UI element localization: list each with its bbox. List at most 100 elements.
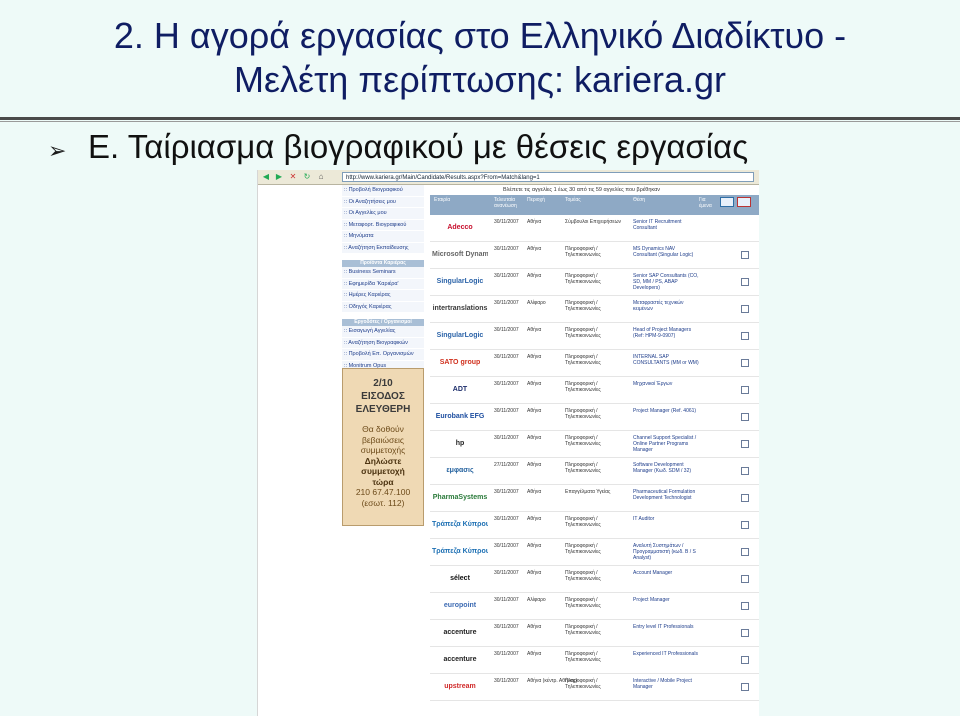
table-row[interactable]: εμφασις 27/11/2007 Αθήνα Πληροφορική / Τηλε… bbox=[430, 458, 759, 485]
row-position-link[interactable]: Experienced IT Professionals bbox=[633, 651, 699, 657]
header-sector[interactable]: Τομέας bbox=[565, 197, 581, 203]
table-row[interactable]: upstream 30/11/2007 Αθήνα (κέντρ. Αθήνας) Π… bbox=[430, 674, 759, 701]
refresh-icon[interactable]: ↻ bbox=[302, 172, 312, 182]
row-position-link[interactable]: Αναλυτή Συστημάτων / Προγραμματιστή (κωδ… bbox=[633, 543, 699, 561]
table-row[interactable]: PharmaSystems 30/11/2007 Αθήνα Επαγγέλματα … bbox=[430, 485, 759, 512]
table-row[interactable]: ADT 30/11/2007 Αθήνα Πληροφορική / Τηλεπικο… bbox=[430, 377, 759, 404]
menu-item[interactable]: :: Οι Αγγελίες μου bbox=[342, 208, 424, 220]
row-position-link[interactable]: Μεταφραστές τεχνικών κειμένων bbox=[633, 300, 699, 312]
select-checkbox[interactable] bbox=[741, 251, 749, 259]
table-row[interactable]: accenture 30/11/2007 Αθήνα Πληροφορική / Τη… bbox=[430, 620, 759, 647]
menu-item[interactable]: :: Προβολή Βιογραφικού bbox=[342, 185, 424, 197]
menu-item[interactable]: :: Ημέρες Καριέρας bbox=[342, 290, 424, 302]
select-checkbox[interactable] bbox=[741, 413, 749, 421]
row-position-link[interactable]: Pharmaceutical Formulation Development T… bbox=[633, 489, 699, 501]
row-position-link[interactable]: Interactive / Mobile Project Manager bbox=[633, 678, 699, 690]
company-logo[interactable]: Microsoft Dynamics bbox=[432, 247, 488, 263]
promo-banner[interactable]: 2/10 ΕΙΣΟΔΟΣ ΕΛΕΥΘΕΡΗ Θα δοθούν βεβαιώσε… bbox=[342, 368, 424, 526]
company-logo[interactable]: SingularLogic bbox=[432, 328, 488, 344]
row-position-link[interactable]: Software Development Manager (Κωδ. SDM /… bbox=[633, 462, 699, 474]
company-logo[interactable]: accenture bbox=[432, 625, 488, 641]
table-row[interactable]: hp 30/11/2007 Αθήνα Πληροφορική / Τηλεπικοι… bbox=[430, 431, 759, 458]
menu-item[interactable]: :: Μεταφορτ. Βιογραφικού bbox=[342, 219, 424, 231]
row-position-link[interactable]: Channel Support Specialist / Online Part… bbox=[633, 435, 699, 453]
header-company[interactable]: Εταιρία bbox=[434, 197, 450, 203]
row-position-link[interactable]: Senior SAP Consultants (CO, SD, MM / PS,… bbox=[633, 273, 699, 291]
address-bar[interactable]: http://www.kariera.gr/Main/Candidate/Res… bbox=[342, 172, 754, 182]
row-position-link[interactable]: INTERNAL SAP CONSULTANTS (MM or WM) bbox=[633, 354, 699, 366]
header-for-me[interactable]: Για έμενα bbox=[699, 197, 715, 209]
table-row[interactable]: Microsoft Dynamics 30/11/2007 Αθήνα Πληροφο… bbox=[430, 242, 759, 269]
select-checkbox[interactable] bbox=[741, 332, 749, 340]
row-position-link[interactable]: Head of Project Managers (Ref: HPM-9-090… bbox=[633, 327, 699, 339]
select-checkbox[interactable] bbox=[741, 656, 749, 664]
company-logo[interactable]: accenture bbox=[432, 652, 488, 668]
mail-icon[interactable] bbox=[720, 197, 734, 207]
back-icon[interactable]: ◀ bbox=[261, 172, 271, 182]
row-sector: Πληροφορική / Τηλεπικοινωνίες bbox=[565, 624, 601, 636]
header-position[interactable]: Θέση bbox=[633, 197, 645, 203]
select-checkbox[interactable] bbox=[741, 359, 749, 367]
menu-item[interactable]: :: Προβολή Επ. Οργανισμών bbox=[342, 349, 424, 361]
row-position-link[interactable]: Entry level IT Professionals bbox=[633, 624, 699, 630]
select-checkbox[interactable] bbox=[741, 575, 749, 583]
row-position-link[interactable]: Project Manager bbox=[633, 597, 699, 603]
select-checkbox[interactable] bbox=[741, 467, 749, 475]
menu-item[interactable]: :: Αναζήτηση Βιογραφικών bbox=[342, 337, 424, 349]
company-logo[interactable]: SingularLogic bbox=[432, 274, 488, 290]
select-checkbox[interactable] bbox=[741, 521, 749, 529]
table-row[interactable]: SingularLogic 30/11/2007 Αθήνα Πληροφορική … bbox=[430, 269, 759, 296]
home-icon[interactable]: ⌂ bbox=[316, 172, 326, 182]
company-logo[interactable]: europoint bbox=[432, 598, 488, 614]
company-logo[interactable]: upstream bbox=[432, 679, 488, 695]
company-logo[interactable]: ADT bbox=[432, 382, 488, 398]
table-row[interactable]: SATO group 30/11/2007 Αθήνα Πληροφορική / Τ… bbox=[430, 350, 759, 377]
row-position-link[interactable]: Account Manager bbox=[633, 570, 699, 576]
menu-item[interactable]: :: Εφημερίδα 'Καριέρα' bbox=[342, 278, 424, 290]
company-logo[interactable]: PharmaSystems bbox=[432, 490, 488, 506]
row-position-link[interactable]: IT Auditor bbox=[633, 516, 699, 522]
forward-icon[interactable]: ▶ bbox=[274, 172, 284, 182]
menu-item[interactable]: :: Μηνύματα bbox=[342, 231, 424, 243]
table-row[interactable]: SingularLogic 30/11/2007 Αθήνα Πληροφορική … bbox=[430, 323, 759, 350]
header-updated[interactable]: Τελευταία ανανέωση bbox=[494, 197, 524, 209]
table-row[interactable]: sélect 30/11/2007 Αθήνα Πληροφορική / Τηλεπ… bbox=[430, 566, 759, 593]
select-checkbox[interactable] bbox=[741, 602, 749, 610]
row-position-link[interactable]: Senior IT Recruitment Consultant bbox=[633, 219, 699, 231]
company-logo[interactable]: intertranslations bbox=[432, 301, 488, 317]
row-position-link[interactable]: Μηχανικοί Έργων bbox=[633, 381, 699, 387]
table-row[interactable]: europoint 30/11/2007 Αλίφαρο Πληροφορική / … bbox=[430, 593, 759, 620]
row-position-link[interactable]: MS Dynamics NAV Consultant (Singular Log… bbox=[633, 246, 699, 258]
menu-item[interactable]: :: Εισαγωγή Αγγελίας bbox=[342, 326, 424, 338]
table-row[interactable]: Τράπεζα Κύπρου 30/11/2007 Αθήνα Πληροφορική… bbox=[430, 539, 759, 566]
select-checkbox[interactable] bbox=[741, 683, 749, 691]
company-logo[interactable]: hp bbox=[432, 436, 488, 452]
company-logo[interactable]: SATO group bbox=[432, 355, 488, 371]
menu-item[interactable]: :: Οδηγός Καριέρας bbox=[342, 301, 424, 313]
select-checkbox[interactable] bbox=[741, 278, 749, 286]
select-checkbox[interactable] bbox=[741, 305, 749, 313]
menu-item[interactable]: :: Οι Αναζητήσεις μου bbox=[342, 196, 424, 208]
table-row[interactable]: Adecco 30/11/2007 Αθήνα Σύμβουλοι Επιχειρήσ… bbox=[430, 215, 759, 242]
company-logo[interactable]: sélect bbox=[432, 571, 488, 587]
company-logo[interactable]: Τράπεζα Κύπρου bbox=[432, 517, 488, 533]
table-row[interactable]: Τράπεζα Κύπρου 30/11/2007 Αθήνα Πληροφορική… bbox=[430, 512, 759, 539]
company-logo[interactable]: Τράπεζα Κύπρου bbox=[432, 544, 488, 560]
menu-item[interactable]: :: Αναζήτηση Εκπαίδευσης bbox=[342, 242, 424, 254]
company-logo[interactable]: Eurobank EFG bbox=[432, 409, 488, 425]
stop-icon[interactable]: ✕ bbox=[288, 172, 298, 182]
company-logo[interactable]: Adecco bbox=[432, 220, 488, 236]
select-checkbox[interactable] bbox=[741, 440, 749, 448]
row-position-link[interactable]: Project Manager (Ref. 4061) bbox=[633, 408, 699, 414]
table-row[interactable]: Eurobank EFG 30/11/2007 Αθήνα Πληροφορική /… bbox=[430, 404, 759, 431]
menu-item[interactable]: :: Business Seminars bbox=[342, 267, 424, 279]
header-location[interactable]: Περιοχή bbox=[527, 197, 545, 203]
select-checkbox[interactable] bbox=[741, 548, 749, 556]
select-checkbox[interactable] bbox=[741, 386, 749, 394]
mail-delete-icon[interactable] bbox=[737, 197, 751, 207]
select-checkbox[interactable] bbox=[741, 629, 749, 637]
table-row[interactable]: intertranslations 30/11/2007 Αλίφαρο Πληροφ… bbox=[430, 296, 759, 323]
select-checkbox[interactable] bbox=[741, 494, 749, 502]
company-logo[interactable]: εμφασις bbox=[432, 463, 488, 479]
table-row[interactable]: accenture 30/11/2007 Αθήνα Πληροφορική / Τη… bbox=[430, 647, 759, 674]
